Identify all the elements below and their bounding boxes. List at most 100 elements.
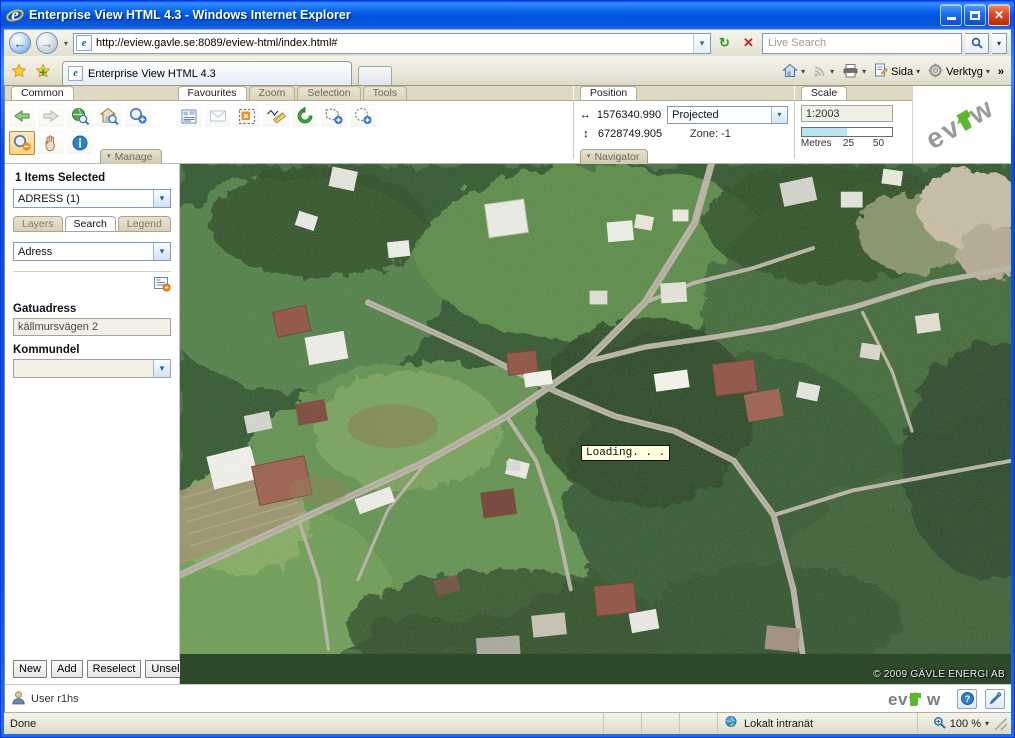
home-command[interactable]: ▾ (779, 61, 808, 82)
projection-select[interactable]: Projected ▾ (667, 105, 788, 124)
common-row-1 (9, 104, 168, 128)
zoom-control[interactable]: 100 % ▾ (927, 713, 1011, 734)
home-caret-icon[interactable]: ▾ (801, 67, 805, 76)
toolbar-group-common: Common ▾ Manage (5, 86, 172, 164)
scale-unit-label: Metres (800, 138, 832, 149)
app-status-right: e v w ? (887, 688, 1005, 709)
map-viewport[interactable]: Loading. . . © 2009 GÄVLE ENERGI AB (180, 164, 1011, 684)
email-icon[interactable] (204, 104, 231, 128)
tab-layers[interactable]: Layers (13, 216, 63, 231)
new-tab-button[interactable] (358, 66, 392, 85)
maximize-button[interactable] (964, 4, 986, 26)
page-caret-icon[interactable]: ▾ (916, 67, 920, 76)
application-toolbar: Common ▾ Manage Favourites Zoom Selectio… (5, 86, 1011, 164)
scale-tick-mid: 25 (842, 138, 855, 149)
kommundel-select[interactable]: ▾ (13, 359, 171, 378)
resize-grip[interactable] (995, 717, 1007, 730)
tab-scale[interactable]: Scale (800, 86, 848, 100)
gatuadress-field[interactable]: källmursvägen 2 (13, 318, 171, 336)
tab-zoom[interactable]: Zoom (248, 86, 296, 100)
navigator-label: Navigator (594, 151, 640, 163)
tab-bar: Enterprise View HTML 4.3 ▾ ▾ (4, 56, 1011, 86)
print-caret-icon[interactable]: ▾ (862, 67, 866, 76)
add-button[interactable]: Add (51, 660, 83, 678)
internet-explorer-icon: e (4, 6, 26, 24)
previous-view-icon[interactable] (9, 104, 35, 128)
scale-bar-fill (801, 128, 847, 136)
zoom-in-icon[interactable] (125, 104, 151, 128)
zoom-out-icon[interactable] (9, 131, 35, 155)
browser-client-area: ← → ▾ http://eview.gavle.se:8089/eview-h… (4, 29, 1011, 734)
aerial-imagery (180, 164, 1011, 654)
scale-tick-end: 50 (872, 138, 885, 149)
measure-ruler-icon[interactable] (262, 104, 289, 128)
pen-tool-icon[interactable] (985, 688, 1005, 709)
tab-legend[interactable]: Legend (117, 216, 171, 231)
clear-selection-icon[interactable] (233, 104, 260, 128)
address-input[interactable]: http://eview.gavle.se:8089/eview-html/in… (73, 32, 711, 54)
zoom-caret-icon[interactable]: ▾ (985, 719, 989, 728)
select-circle-add-icon[interactable] (349, 104, 376, 128)
tab-common[interactable]: Common (11, 86, 74, 100)
tab-favourites[interactable]: Favourites (177, 86, 247, 100)
print-command[interactable]: ▾ (839, 61, 869, 82)
help-icon[interactable]: ? (957, 688, 977, 709)
search-input[interactable]: Live Search (762, 32, 962, 54)
svg-text:e: e (888, 690, 897, 709)
feeds-icon (813, 64, 827, 80)
scale-input[interactable]: 1:2003 (800, 105, 893, 122)
pan-hand-icon[interactable] (38, 131, 64, 155)
tab-selection[interactable]: Selection (297, 86, 361, 100)
toolbar-group-scale: Scale 1:2003 Metres 25 50 (794, 86, 912, 163)
overflow-chevron-icon[interactable]: » (995, 64, 1007, 80)
browser-window: e Enterprise View HTML 4.3 - Windows Int… (0, 0, 1015, 738)
new-button[interactable]: New (13, 660, 48, 678)
tab-search[interactable]: Search (64, 216, 116, 231)
security-zone[interactable]: Lokalt intranät (718, 713, 918, 734)
tab-position[interactable]: Position (579, 86, 638, 100)
selection-layer-select[interactable]: ADRESS (1) ▾ (13, 189, 171, 208)
forward-button[interactable]: → (35, 32, 59, 54)
tools-caret-icon[interactable]: ▾ (986, 67, 990, 76)
search-type-select[interactable]: Adress ▾ (13, 242, 171, 261)
map-copyright: © 2009 GÄVLE ENERGI AB (873, 669, 1005, 680)
address-value: http://eview.gavle.se:8089/eview-html/in… (96, 37, 338, 49)
manage-caret-icon: ▾ (107, 153, 111, 160)
minimize-button[interactable] (940, 4, 962, 26)
search-caret-icon[interactable]: ▾ (992, 32, 1007, 54)
status-slot-1 (604, 713, 642, 734)
back-button[interactable]: ← (8, 32, 32, 54)
report-icon[interactable] (175, 104, 202, 128)
stop-button[interactable]: ✕ (738, 33, 759, 54)
feeds-caret-icon[interactable]: ▾ (830, 67, 834, 76)
title-bar: e Enterprise View HTML 4.3 - Windows Int… (1, 1, 1014, 29)
position-body: ↔ 1576340.990 Projected ▾ ↕ 6728749.905 … (573, 100, 794, 164)
favorites-star-icon[interactable] (8, 60, 30, 82)
navigator-dropdown-button[interactable]: ▾ Navigator (579, 149, 649, 164)
items-selected-label: 1 Items Selected (15, 172, 106, 184)
page-icon (874, 63, 889, 80)
tools-command[interactable]: Verktyg ▾ (925, 61, 993, 82)
identify-info-icon[interactable] (67, 131, 93, 155)
zoom-home-icon[interactable] (96, 104, 122, 128)
history-caret-icon[interactable]: ▾ (62, 39, 70, 48)
select-polygon-add-icon[interactable] (320, 104, 347, 128)
zoom-full-extent-icon[interactable] (67, 104, 93, 128)
reselect-button[interactable]: Reselect (86, 660, 142, 678)
clear-query-icon[interactable] (153, 276, 171, 295)
tools-icon (928, 63, 943, 80)
tab-tools[interactable]: Tools (362, 86, 408, 100)
add-favorite-icon[interactable] (32, 60, 54, 82)
browser-tab[interactable]: Enterprise View HTML 4.3 (62, 61, 352, 85)
search-icon[interactable] (965, 32, 989, 54)
manage-label: Manage (114, 151, 153, 163)
feeds-command[interactable]: ▾ (810, 62, 837, 82)
page-command[interactable]: Sida ▾ (871, 61, 923, 82)
search-type-value: Adress (18, 245, 53, 258)
refresh-map-icon[interactable] (291, 104, 318, 128)
next-view-icon[interactable] (38, 104, 64, 128)
address-dropdown-icon[interactable]: ▾ (693, 33, 710, 53)
close-button[interactable]: ✕ (988, 4, 1010, 26)
refresh-button[interactable]: ↻ (714, 33, 735, 54)
manage-dropdown-button[interactable]: ▾ Manage (100, 149, 162, 164)
